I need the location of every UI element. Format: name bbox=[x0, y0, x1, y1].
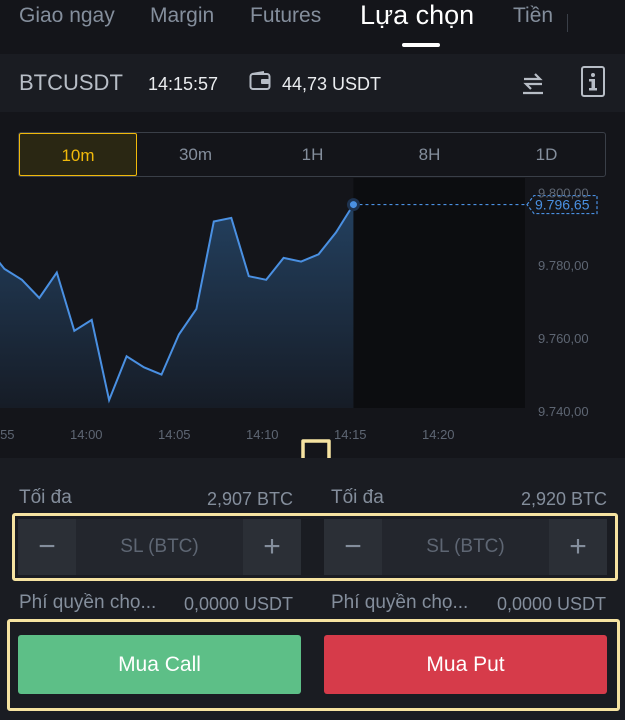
right-max-value: 2,920 BTC bbox=[521, 489, 608, 509]
x-tick-label: 14:00 bbox=[70, 427, 103, 442]
interval-10m[interactable]: 10m bbox=[19, 133, 137, 176]
call-fee-value: 0,0000 USDT bbox=[184, 594, 294, 614]
info-icon[interactable] bbox=[580, 65, 606, 98]
y-tick-label: 9.740,00 bbox=[538, 404, 589, 419]
x-tick-label: 14:10 bbox=[246, 427, 279, 442]
right-max-label: Tối đa bbox=[331, 487, 384, 508]
x-tick-label: 14:20 bbox=[422, 427, 455, 442]
call-fee-label: Phí quyền chọ... bbox=[19, 592, 157, 613]
interval-8h[interactable]: 8H bbox=[371, 133, 488, 176]
tab-divider bbox=[567, 14, 568, 32]
tab-margin[interactable]: Margin bbox=[150, 4, 214, 28]
price-chart[interactable]: 9.796,65 9.800,009.780,009.760,009.740,0… bbox=[0, 178, 625, 455]
x-tick-label: 14:05 bbox=[158, 427, 191, 442]
left-max-label: Tối đa bbox=[19, 487, 72, 508]
countdown-time: 14:15:57 bbox=[148, 74, 219, 94]
current-price-dot bbox=[346, 198, 360, 212]
quantity-highlight bbox=[12, 513, 618, 581]
future-zone bbox=[353, 178, 525, 408]
x-tick-label: 13:55 bbox=[0, 427, 15, 442]
interval-1d[interactable]: 1D bbox=[488, 133, 605, 176]
top-tab-bar: Giao ngay Margin Futures Lựa chọn Tiền bbox=[0, 0, 625, 50]
wallet-balance: 44,73 USDT bbox=[282, 74, 382, 94]
interval-selector: 10m 30m 1H 8H 1D bbox=[18, 132, 606, 177]
left-max-value: 2,907 BTC bbox=[207, 489, 294, 509]
buy-buttons-highlight bbox=[7, 619, 620, 711]
put-fee-label: Phí quyền chọ... bbox=[331, 592, 469, 613]
interval-30m[interactable]: 30m bbox=[137, 133, 254, 176]
y-tick-label: 9.760,00 bbox=[538, 331, 589, 346]
tab-spot[interactable]: Giao ngay bbox=[19, 4, 115, 28]
y-tick-label: 9.780,00 bbox=[538, 258, 589, 273]
tab-options[interactable]: Lựa chọn bbox=[360, 0, 474, 31]
swap-icon[interactable] bbox=[519, 68, 547, 96]
active-tab-indicator bbox=[402, 43, 440, 47]
tab-futures[interactable]: Futures bbox=[250, 4, 321, 28]
wallet-icon bbox=[249, 71, 271, 90]
interval-1h[interactable]: 1H bbox=[254, 133, 371, 176]
symbol-label[interactable]: BTCUSDT bbox=[19, 70, 123, 96]
y-tick-label: 9.800,00 bbox=[538, 185, 589, 200]
tab-funds[interactable]: Tiền bbox=[513, 4, 553, 28]
options-header: BTCUSDT 14:15:57 44,73 USDT bbox=[0, 54, 625, 112]
put-fee-value: 0,0000 USDT bbox=[497, 594, 607, 614]
